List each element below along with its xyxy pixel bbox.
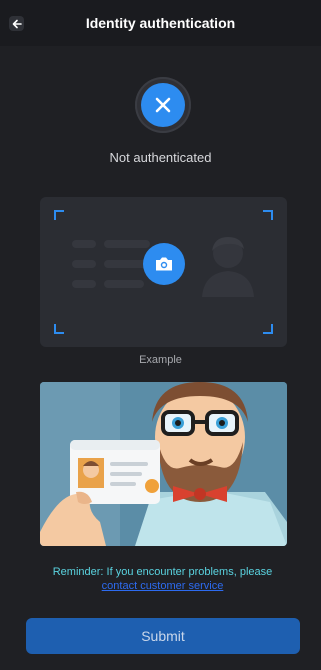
placeholder-line — [104, 240, 150, 248]
page-title: Identity authentication — [85, 15, 236, 31]
frame-corner — [54, 210, 64, 220]
frame-corner — [54, 324, 64, 334]
frame-corner — [263, 210, 273, 220]
status-indicator — [141, 83, 185, 127]
person-holding-id-card-illustration — [40, 382, 287, 546]
id-card-upload-area[interactable] — [40, 197, 287, 347]
id-holding-illustration — [40, 382, 287, 546]
placeholder-line — [72, 280, 96, 288]
reminder-text: Reminder: If you encounter problems, ple… — [52, 566, 273, 578]
example-label: Example — [139, 354, 182, 366]
contact-customer-service-link[interactable]: contact customer service — [102, 580, 224, 592]
camera-button[interactable] — [143, 243, 185, 285]
person-silhouette-icon — [202, 237, 254, 297]
submit-button[interactable]: Submit — [26, 618, 300, 654]
placeholder-line — [104, 280, 144, 288]
header-bar: Identity authentication — [0, 0, 321, 46]
status-text: Not authenticated — [109, 150, 212, 165]
reminder-message: Reminder: If you encounter problems, ple… — [36, 565, 289, 593]
placeholder-line — [72, 240, 96, 248]
camera-icon — [156, 257, 172, 271]
placeholder-line — [72, 260, 96, 268]
frame-corner — [263, 324, 273, 334]
close-icon — [155, 97, 171, 113]
